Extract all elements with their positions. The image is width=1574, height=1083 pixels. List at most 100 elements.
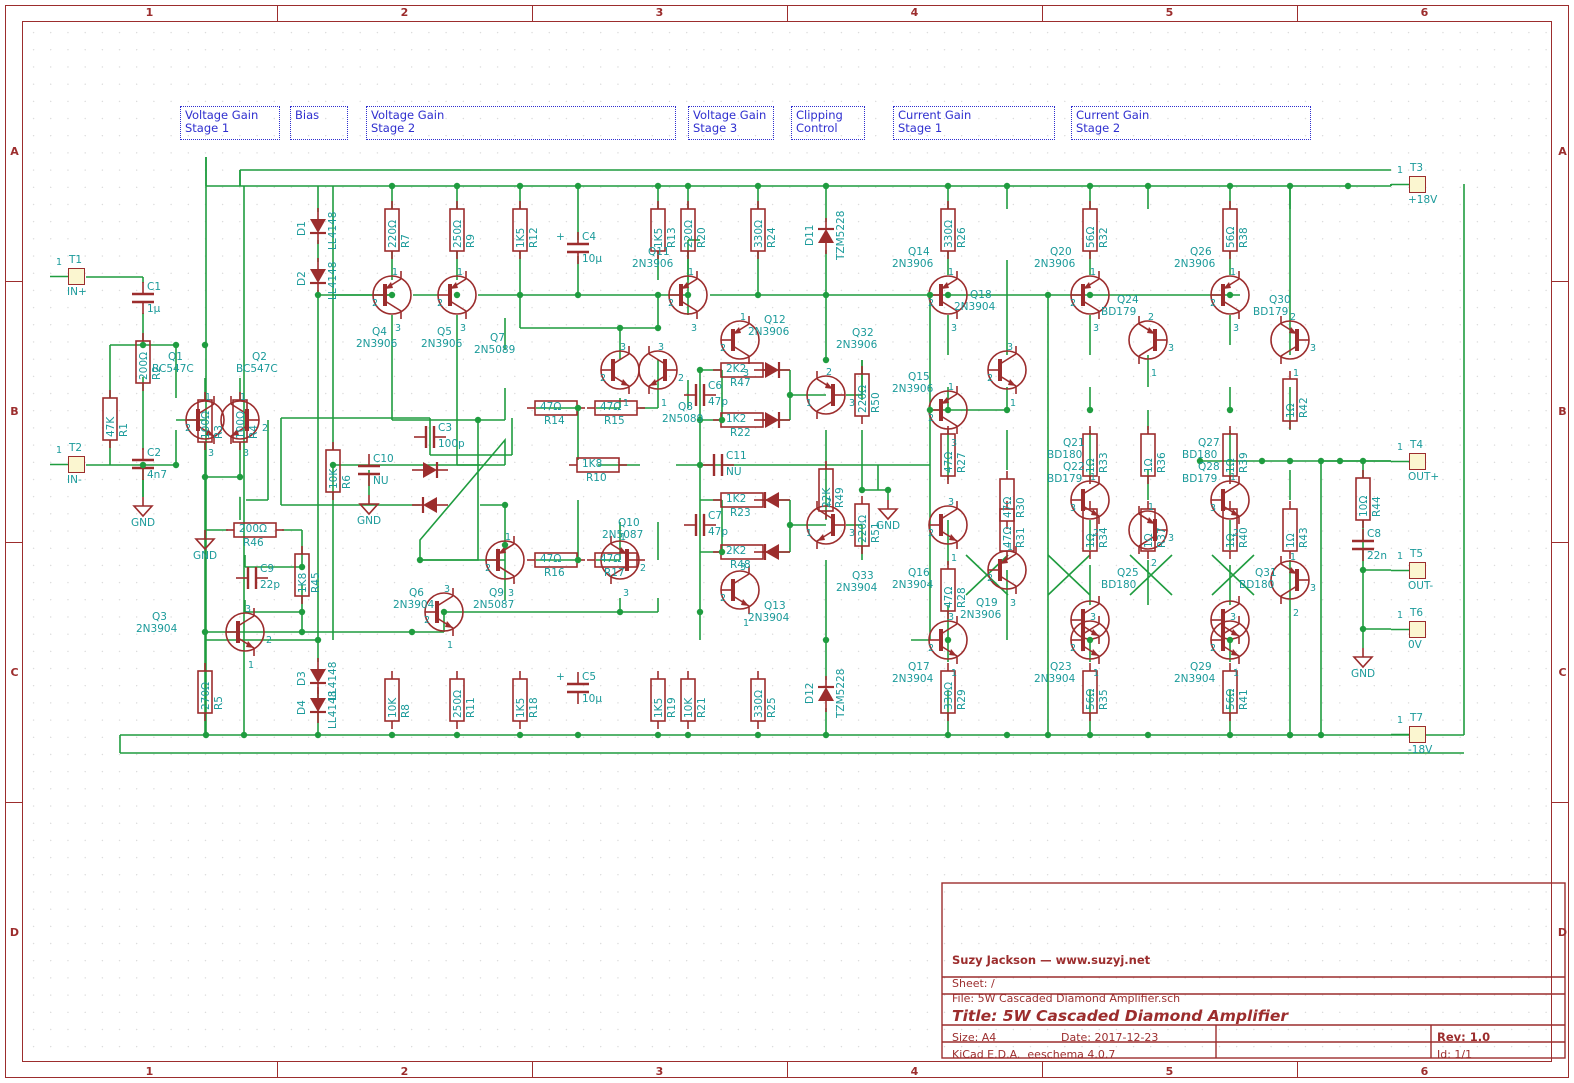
transistor-ref-q25: Q25 — [1117, 567, 1139, 579]
resistor-ref-r16: R16 — [544, 567, 565, 579]
resistor-ref-r4: R4 — [248, 425, 260, 439]
transistor-ref-q23: Q23 — [1050, 661, 1072, 673]
terminal-ref-t2: T2 — [69, 442, 83, 454]
resistor-ref-r20: R20 — [696, 227, 708, 248]
resistor-value-r6: 10K — [328, 468, 340, 489]
pin-number: 1 — [205, 392, 212, 403]
resistor-ref-r47: R47 — [730, 377, 751, 389]
resistor-value-r22: 1K2 — [726, 413, 747, 425]
pin-number: 3 — [849, 528, 856, 539]
pin-number: 3 — [1310, 583, 1317, 594]
section-label-voltage-gain-stage-3: Voltage Gain Stage 3 — [693, 108, 767, 135]
resistor-ref-r24: R24 — [766, 227, 778, 248]
transistor-part-q9: 2N5087 — [473, 599, 515, 611]
resistor-ref-r11: R11 — [465, 697, 477, 718]
cap-value-c9: 22p — [260, 579, 281, 591]
resistor-value-r37: 1Ω — [1143, 533, 1155, 548]
pin-number: 2 — [640, 563, 647, 574]
diode-ref-d2: D2 — [296, 271, 308, 286]
cap-ref-c9: C9 — [260, 563, 275, 575]
pin-number: 1 — [620, 532, 627, 543]
cap-value-c6: 47p — [708, 396, 729, 408]
transistor-part-q8: 2N5089 — [662, 413, 704, 425]
pin-number: 3 — [1210, 503, 1217, 514]
resistor-ref-r25: R25 — [766, 697, 778, 718]
terminal-pad-t6[interactable] — [1409, 621, 1426, 638]
diode-part-d12: TZM5228 — [835, 668, 847, 718]
pin-number: 2 — [987, 373, 994, 384]
pin-number: 3 — [740, 562, 747, 573]
cap-ref-c8: C8 — [1367, 528, 1382, 540]
resistor-value-r45: 1K8 — [297, 572, 309, 593]
resistor-value-r48: 2K2 — [726, 545, 747, 557]
terminal-net-t3: +18V — [1408, 194, 1438, 206]
cap-ref-c10: C10 — [373, 453, 394, 465]
cap-ref-c7: C7 — [708, 510, 723, 522]
transistor-part-q16: 2N3904 — [892, 579, 934, 591]
transistor-ref-q17: Q17 — [908, 661, 930, 673]
terminal-net-t7: -18V — [1408, 744, 1433, 756]
resistor-ref-r8: R8 — [400, 704, 412, 718]
terminal-pad-t4[interactable] — [1409, 453, 1426, 470]
pin-number: 2 — [678, 373, 685, 384]
pin-number: 2 — [668, 298, 675, 309]
resistor-ref-r26: R26 — [956, 227, 968, 248]
gnd-r46-label: GND — [193, 550, 218, 562]
section-label-clipping-control: Clipping Control — [796, 108, 843, 135]
gnd-clip-label: GND — [876, 520, 901, 532]
pin-number: 2 — [185, 423, 192, 434]
pin-number: 3 — [1093, 323, 1100, 334]
title-block-date: Date: 2017-12-23 — [1061, 1031, 1159, 1044]
resistor-ref-r15: R15 — [604, 415, 625, 427]
pin-number: 1 — [1397, 165, 1404, 176]
pin-number: 1 — [1010, 398, 1017, 409]
transistor-ref-q10: Q10 — [618, 517, 640, 529]
title-block-tool: KiCad E.D.A. eeschema 4.0.7 — [952, 1048, 1116, 1061]
title-block-file: File: 5W Cascaded Diamond Amplifier.sch — [952, 992, 1181, 1005]
transistor-ref-q21: Q21 — [1063, 437, 1085, 449]
pin-number: 3 — [1233, 323, 1240, 334]
transistor-ref-q11: Q11 — [648, 246, 670, 258]
transistor-ref-q30: Q30 — [1269, 294, 1291, 306]
transistor-part-q4: 2N3906 — [356, 338, 398, 350]
resistor-ref-r17: R17 — [604, 567, 625, 579]
pin-number: 3 — [1168, 343, 1175, 354]
pin-number: 1 — [806, 398, 813, 409]
terminal-pad-t1[interactable] — [68, 268, 85, 285]
pin-number: 1 — [457, 267, 464, 278]
resistor-value-r12: 1K5 — [515, 227, 527, 248]
transistor-part-q26: 2N3906 — [1174, 258, 1216, 270]
terminal-pad-t2[interactable] — [68, 456, 85, 473]
pin-number: 1 — [447, 640, 454, 651]
transistor-part-q24: BD179 — [1101, 306, 1137, 318]
pin-number: 2 — [928, 413, 935, 424]
cap-value-c5: 10µ — [582, 693, 603, 705]
transistor-ref-q33: Q33 — [852, 570, 874, 582]
pin-number: 2 — [1070, 298, 1077, 309]
diode-part-d4: LL4148 — [327, 690, 339, 729]
pin-number: 3 — [460, 323, 467, 334]
pin-number: 1 — [1397, 715, 1404, 726]
terminal-pad-t3[interactable] — [1409, 176, 1426, 193]
resistor-value-r19: 1K5 — [653, 697, 665, 718]
pin-number: 2 — [1210, 643, 1217, 654]
pin-number: 3 — [245, 604, 252, 615]
resistor-ref-r7: R7 — [400, 234, 412, 248]
terminal-pad-t7[interactable] — [1409, 726, 1426, 743]
resistor-ref-r18: R18 — [528, 697, 540, 718]
cap-ref-c1: C1 — [147, 281, 162, 293]
resistor-value-r27: 47Ω — [943, 451, 955, 473]
diode-ref-d11: D11 — [804, 224, 816, 246]
transistor-ref-q3: Q3 — [152, 611, 167, 623]
pin-number: 1 — [948, 267, 955, 278]
transistor-ref-q2: Q2 — [252, 351, 267, 363]
resistor-value-r20: 220Ω — [683, 219, 695, 248]
resistor-ref-r12: R12 — [528, 227, 540, 248]
pin-number: 1 — [1397, 551, 1404, 562]
transistor-part-q31: BD180 — [1239, 579, 1275, 591]
terminal-pad-t5[interactable] — [1409, 562, 1426, 579]
terminal-ref-t3: T3 — [1410, 162, 1424, 174]
transistor-part-q17: 2N3904 — [892, 673, 934, 685]
resistor-ref-r19: R19 — [666, 697, 678, 718]
resistor-value-r25: 330Ω — [753, 689, 765, 718]
